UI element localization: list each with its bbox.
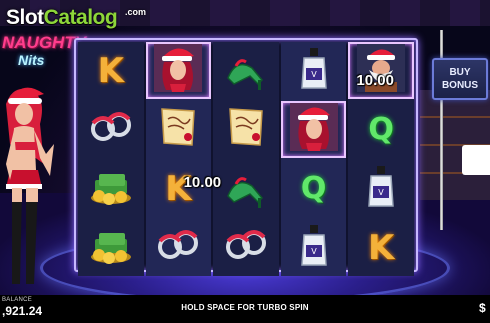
reel-symbol-heels	[213, 42, 279, 99]
reel-2: K 10.00	[145, 42, 221, 276]
handcuffs-icon	[154, 221, 202, 274]
reel-symbol-handcuffs	[146, 219, 212, 276]
reel-grid[interactable]: K K 10.00 V Q V 10.00 Q V K	[78, 42, 414, 276]
reel-symbol-K: K 10.00	[146, 160, 221, 217]
buy-bonus-button[interactable]: BUY BONUS	[432, 58, 488, 100]
reel-symbol-bottle: V	[281, 219, 347, 276]
letter-k-symbol: K	[97, 50, 124, 91]
svg-text:V: V	[378, 188, 384, 197]
reel-3	[213, 42, 279, 276]
handcuffs-icon	[222, 221, 270, 274]
svg-text:V: V	[311, 70, 317, 79]
side-panel-tab[interactable]	[462, 145, 490, 175]
santa-girl-icon	[289, 103, 338, 156]
watermark-catalog: Catalog	[43, 6, 118, 29]
money-icon	[87, 221, 135, 274]
reel-5: 10.00 Q V K	[348, 42, 414, 276]
reel-symbol-santa-girl	[145, 42, 212, 99]
buy-bonus-label-1: BUY	[449, 67, 471, 78]
reel-symbol-handcuffs	[78, 101, 144, 158]
game-logo-line2: Nits	[18, 52, 45, 68]
santa-girl-character	[0, 84, 64, 294]
reel-frame: K K 10.00 V Q V 10.00 Q V K	[74, 38, 418, 276]
reel-symbol-money	[78, 219, 144, 276]
reel-symbol-bottle: V	[281, 42, 347, 99]
turbo-spin-hint: HOLD SPACE FOR TURBO SPIN	[181, 303, 309, 312]
naughty-note-icon	[222, 103, 270, 156]
buy-bonus-label-2: BONUS	[441, 80, 479, 91]
heels-icon	[222, 44, 270, 97]
reel-symbol-money	[78, 160, 144, 217]
bottom-bar: BALANCE ,921.24 HOLD SPACE FOR TURBO SPI…	[0, 295, 490, 323]
reel-1: K	[78, 42, 144, 276]
slotcatalog-watermark: SlotCatalog	[6, 6, 118, 30]
handcuffs-icon	[87, 103, 135, 156]
reel-symbol-santa-girl	[280, 101, 347, 158]
game-logo: NAUGHTY Nits	[0, 33, 87, 69]
svg-text:V: V	[311, 247, 317, 256]
bottle-icon: V	[290, 44, 338, 97]
reel-symbol-handcuffs	[213, 219, 279, 276]
game-logo-line1: NAUGHTY	[2, 33, 87, 52]
letter-k-symbol: K	[368, 227, 395, 268]
reel-symbol-Q: Q	[281, 160, 347, 217]
currency-symbol: $	[479, 301, 486, 315]
santa-man-icon	[357, 44, 406, 97]
watermark-slot: Slot	[6, 6, 44, 29]
santa-girl-icon	[154, 44, 203, 97]
reel-symbol-heels	[213, 160, 279, 217]
reel-symbol-naughty-note	[146, 101, 212, 158]
money-icon	[87, 162, 135, 215]
reel-symbol-santa-man: 10.00	[348, 42, 414, 99]
reel-symbol-naughty-note	[213, 101, 279, 158]
reel-symbol-Q: Q	[348, 101, 414, 158]
win-value-label: 10.00	[356, 72, 394, 89]
reel-symbol-bottle: V	[348, 160, 414, 217]
bottle-icon: V	[357, 162, 405, 215]
letter-q-symbol: Q	[300, 171, 327, 206]
letter-q-symbol: Q	[368, 112, 394, 147]
reel-symbol-K: K	[348, 219, 414, 276]
bottle-icon: V	[290, 221, 338, 274]
watermark-suffix: .com	[125, 7, 147, 17]
reel-4: V Q V	[280, 42, 347, 276]
heels-icon	[222, 162, 270, 215]
naughty-note-icon	[154, 103, 202, 156]
reel-symbol-K: K	[78, 42, 144, 99]
